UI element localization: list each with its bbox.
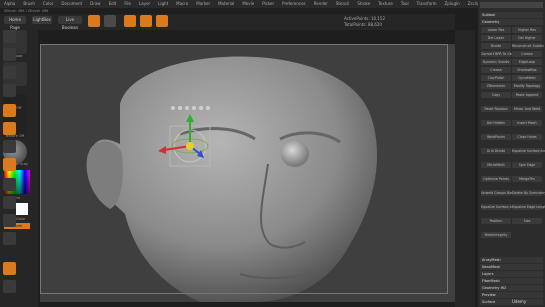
subpalette-item[interactable]: NanoMesh bbox=[480, 264, 543, 270]
main-color-swatch[interactable] bbox=[16, 203, 28, 215]
menu-item[interactable]: Picker bbox=[262, 0, 274, 8]
geometry-button[interactable]: Higher Res bbox=[512, 27, 542, 33]
geometry-button[interactable]: EdgeLoop bbox=[512, 59, 542, 65]
move-button[interactable] bbox=[124, 15, 136, 27]
scale-button[interactable] bbox=[140, 15, 152, 27]
active-points-readout: ActivePoints: 10,152 bbox=[344, 16, 386, 21]
floor-icon[interactable] bbox=[3, 122, 16, 135]
modify-topology-button[interactable]: Equalize Surface Area bbox=[512, 148, 545, 154]
modify-topology-button[interactable]: Insert Mesh bbox=[512, 120, 542, 126]
menu-item[interactable]: Stencil bbox=[336, 0, 350, 8]
geometry-button[interactable]: Del Lower bbox=[481, 35, 511, 41]
home-page-button[interactable]: Home Page bbox=[4, 16, 26, 30]
palette-search[interactable] bbox=[480, 2, 543, 8]
menu-bar: Alpha Brush Color Document Draw Edit File Layer… bbox=[0, 0, 545, 8]
modify-topology-button[interactable]: MergeTris bbox=[512, 176, 542, 182]
subpalette-item[interactable]: ArrayMesh bbox=[480, 257, 543, 263]
geometry-button[interactable]: Crease bbox=[512, 51, 542, 57]
geometry-button[interactable]: Divide bbox=[481, 43, 511, 49]
menu-item[interactable]: Transform bbox=[417, 0, 437, 8]
geometry-button[interactable]: Lower Res bbox=[481, 27, 511, 33]
menu-item[interactable]: Draw bbox=[90, 0, 100, 8]
geometry-button[interactable]: Modify Topology bbox=[512, 83, 542, 89]
menu-item[interactable]: Brush bbox=[23, 0, 35, 8]
geometry-header[interactable]: Geometry bbox=[480, 19, 543, 25]
geometry-button[interactable]: ShadowBox bbox=[512, 67, 542, 73]
menu-item[interactable]: Material bbox=[218, 0, 234, 8]
menu-item[interactable]: Movie bbox=[242, 0, 254, 8]
geometry-button[interactable]: Del Higher bbox=[512, 35, 542, 41]
persp-icon[interactable] bbox=[3, 104, 16, 117]
modify-topology-button[interactable]: Size bbox=[512, 218, 542, 224]
total-points-readout: TotalPoints: 88,620 bbox=[344, 22, 382, 27]
menu-item[interactable]: Tool bbox=[401, 0, 409, 8]
modify-topology-button[interactable]: Grid Divide bbox=[481, 148, 511, 154]
modify-topology-button[interactable]: Close Holes bbox=[512, 134, 542, 140]
zoom-icon[interactable] bbox=[3, 66, 16, 79]
modify-topology-button[interactable]: MicroMesh bbox=[481, 162, 511, 168]
rotate-button[interactable] bbox=[156, 15, 168, 27]
subpalette-item[interactable]: Geometry HD bbox=[480, 285, 543, 291]
geometry-button[interactable]: Crease bbox=[481, 67, 511, 73]
modify-topology-button[interactable]: Spin Edge bbox=[512, 162, 542, 168]
geometry-button[interactable]: Dynamic Subdiv bbox=[481, 59, 511, 65]
menu-item[interactable]: Preferences bbox=[282, 0, 306, 8]
modify-topology-button[interactable]: MeshIntegrity bbox=[481, 232, 511, 238]
modify-topology-button[interactable]: Position bbox=[481, 218, 511, 224]
modify-topology-button[interactable]: WeldPoints bbox=[481, 134, 511, 140]
subpalette-item[interactable]: Preview bbox=[480, 292, 543, 298]
move-view-icon[interactable] bbox=[3, 196, 16, 209]
modify-topology-button[interactable]: Paste Append bbox=[512, 92, 542, 98]
menu-item[interactable]: Render bbox=[314, 0, 328, 8]
menu-item[interactable]: Document bbox=[61, 0, 82, 8]
modify-topology-button[interactable]: Equalize Edge Length bbox=[512, 204, 545, 210]
right-shelf bbox=[455, 30, 475, 307]
menu-item[interactable]: Stroke bbox=[357, 0, 370, 8]
bpr-icon[interactable] bbox=[3, 30, 16, 43]
menu-item[interactable]: Light bbox=[158, 0, 168, 8]
modify-topology-button[interactable]: Del Hidden bbox=[481, 120, 511, 126]
modify-topology-button[interactable]: Optimize Points bbox=[481, 176, 511, 182]
polyf-icon[interactable] bbox=[3, 262, 16, 275]
zoom-view-icon[interactable] bbox=[3, 214, 16, 227]
geometry-button[interactable]: ZRemesher bbox=[481, 83, 511, 89]
modify-topology-button[interactable]: Unweld Groups Border bbox=[481, 190, 518, 196]
rotate-view-icon[interactable] bbox=[3, 232, 16, 245]
modify-topology-button[interactable]: Paste Replace bbox=[481, 106, 511, 112]
modify-topology-button[interactable]: Delete By Symmetry bbox=[512, 190, 545, 196]
menu-item[interactable]: Edit bbox=[109, 0, 117, 8]
menu-item[interactable]: Color bbox=[43, 0, 53, 8]
menu-item[interactable]: Texture bbox=[378, 0, 393, 8]
actual-icon[interactable] bbox=[3, 84, 16, 97]
watermark: Udemy bbox=[512, 299, 527, 304]
modify-topology-button[interactable]: Copy bbox=[481, 92, 511, 98]
menu-item[interactable]: Macro bbox=[176, 0, 188, 8]
subpalette-item[interactable]: Layers bbox=[480, 271, 543, 277]
modify-topology-button[interactable]: Mirror And Weld bbox=[512, 106, 542, 112]
subtool-header[interactable]: Subtool bbox=[480, 12, 543, 18]
draw-button[interactable] bbox=[104, 15, 116, 27]
edit-mode-button[interactable] bbox=[88, 15, 100, 27]
frame-icon[interactable] bbox=[3, 178, 16, 191]
live-boolean-button[interactable]: Live Boolean bbox=[58, 16, 82, 30]
geometry-button[interactable]: Convert BPR To Geo bbox=[481, 51, 514, 57]
xyz-icon[interactable] bbox=[3, 158, 16, 171]
geometry-button[interactable]: ClayPolish bbox=[481, 75, 511, 81]
menu-item[interactable]: Layer bbox=[139, 0, 150, 8]
canvas-border bbox=[40, 44, 448, 294]
menu-item[interactable]: Zplugin bbox=[445, 0, 460, 8]
geometry-button[interactable]: Reconstruct Subdiv bbox=[512, 43, 544, 49]
menu-item[interactable]: File bbox=[124, 0, 131, 8]
menu-item[interactable]: Alpha bbox=[4, 0, 15, 8]
modify-topology-button[interactable]: Equalize Surface Area bbox=[481, 204, 517, 210]
geometry-button[interactable]: DynaMesh bbox=[512, 75, 542, 81]
menu-item[interactable]: Marker bbox=[196, 0, 210, 8]
scroll-icon[interactable] bbox=[3, 48, 16, 61]
subpalette-item[interactable]: FiberMesh bbox=[480, 278, 543, 284]
canvas-viewport[interactable] bbox=[40, 44, 455, 302]
lightbox-button[interactable]: LightBox bbox=[32, 16, 52, 24]
local-icon[interactable] bbox=[3, 140, 16, 153]
transp-icon[interactable] bbox=[3, 280, 16, 293]
